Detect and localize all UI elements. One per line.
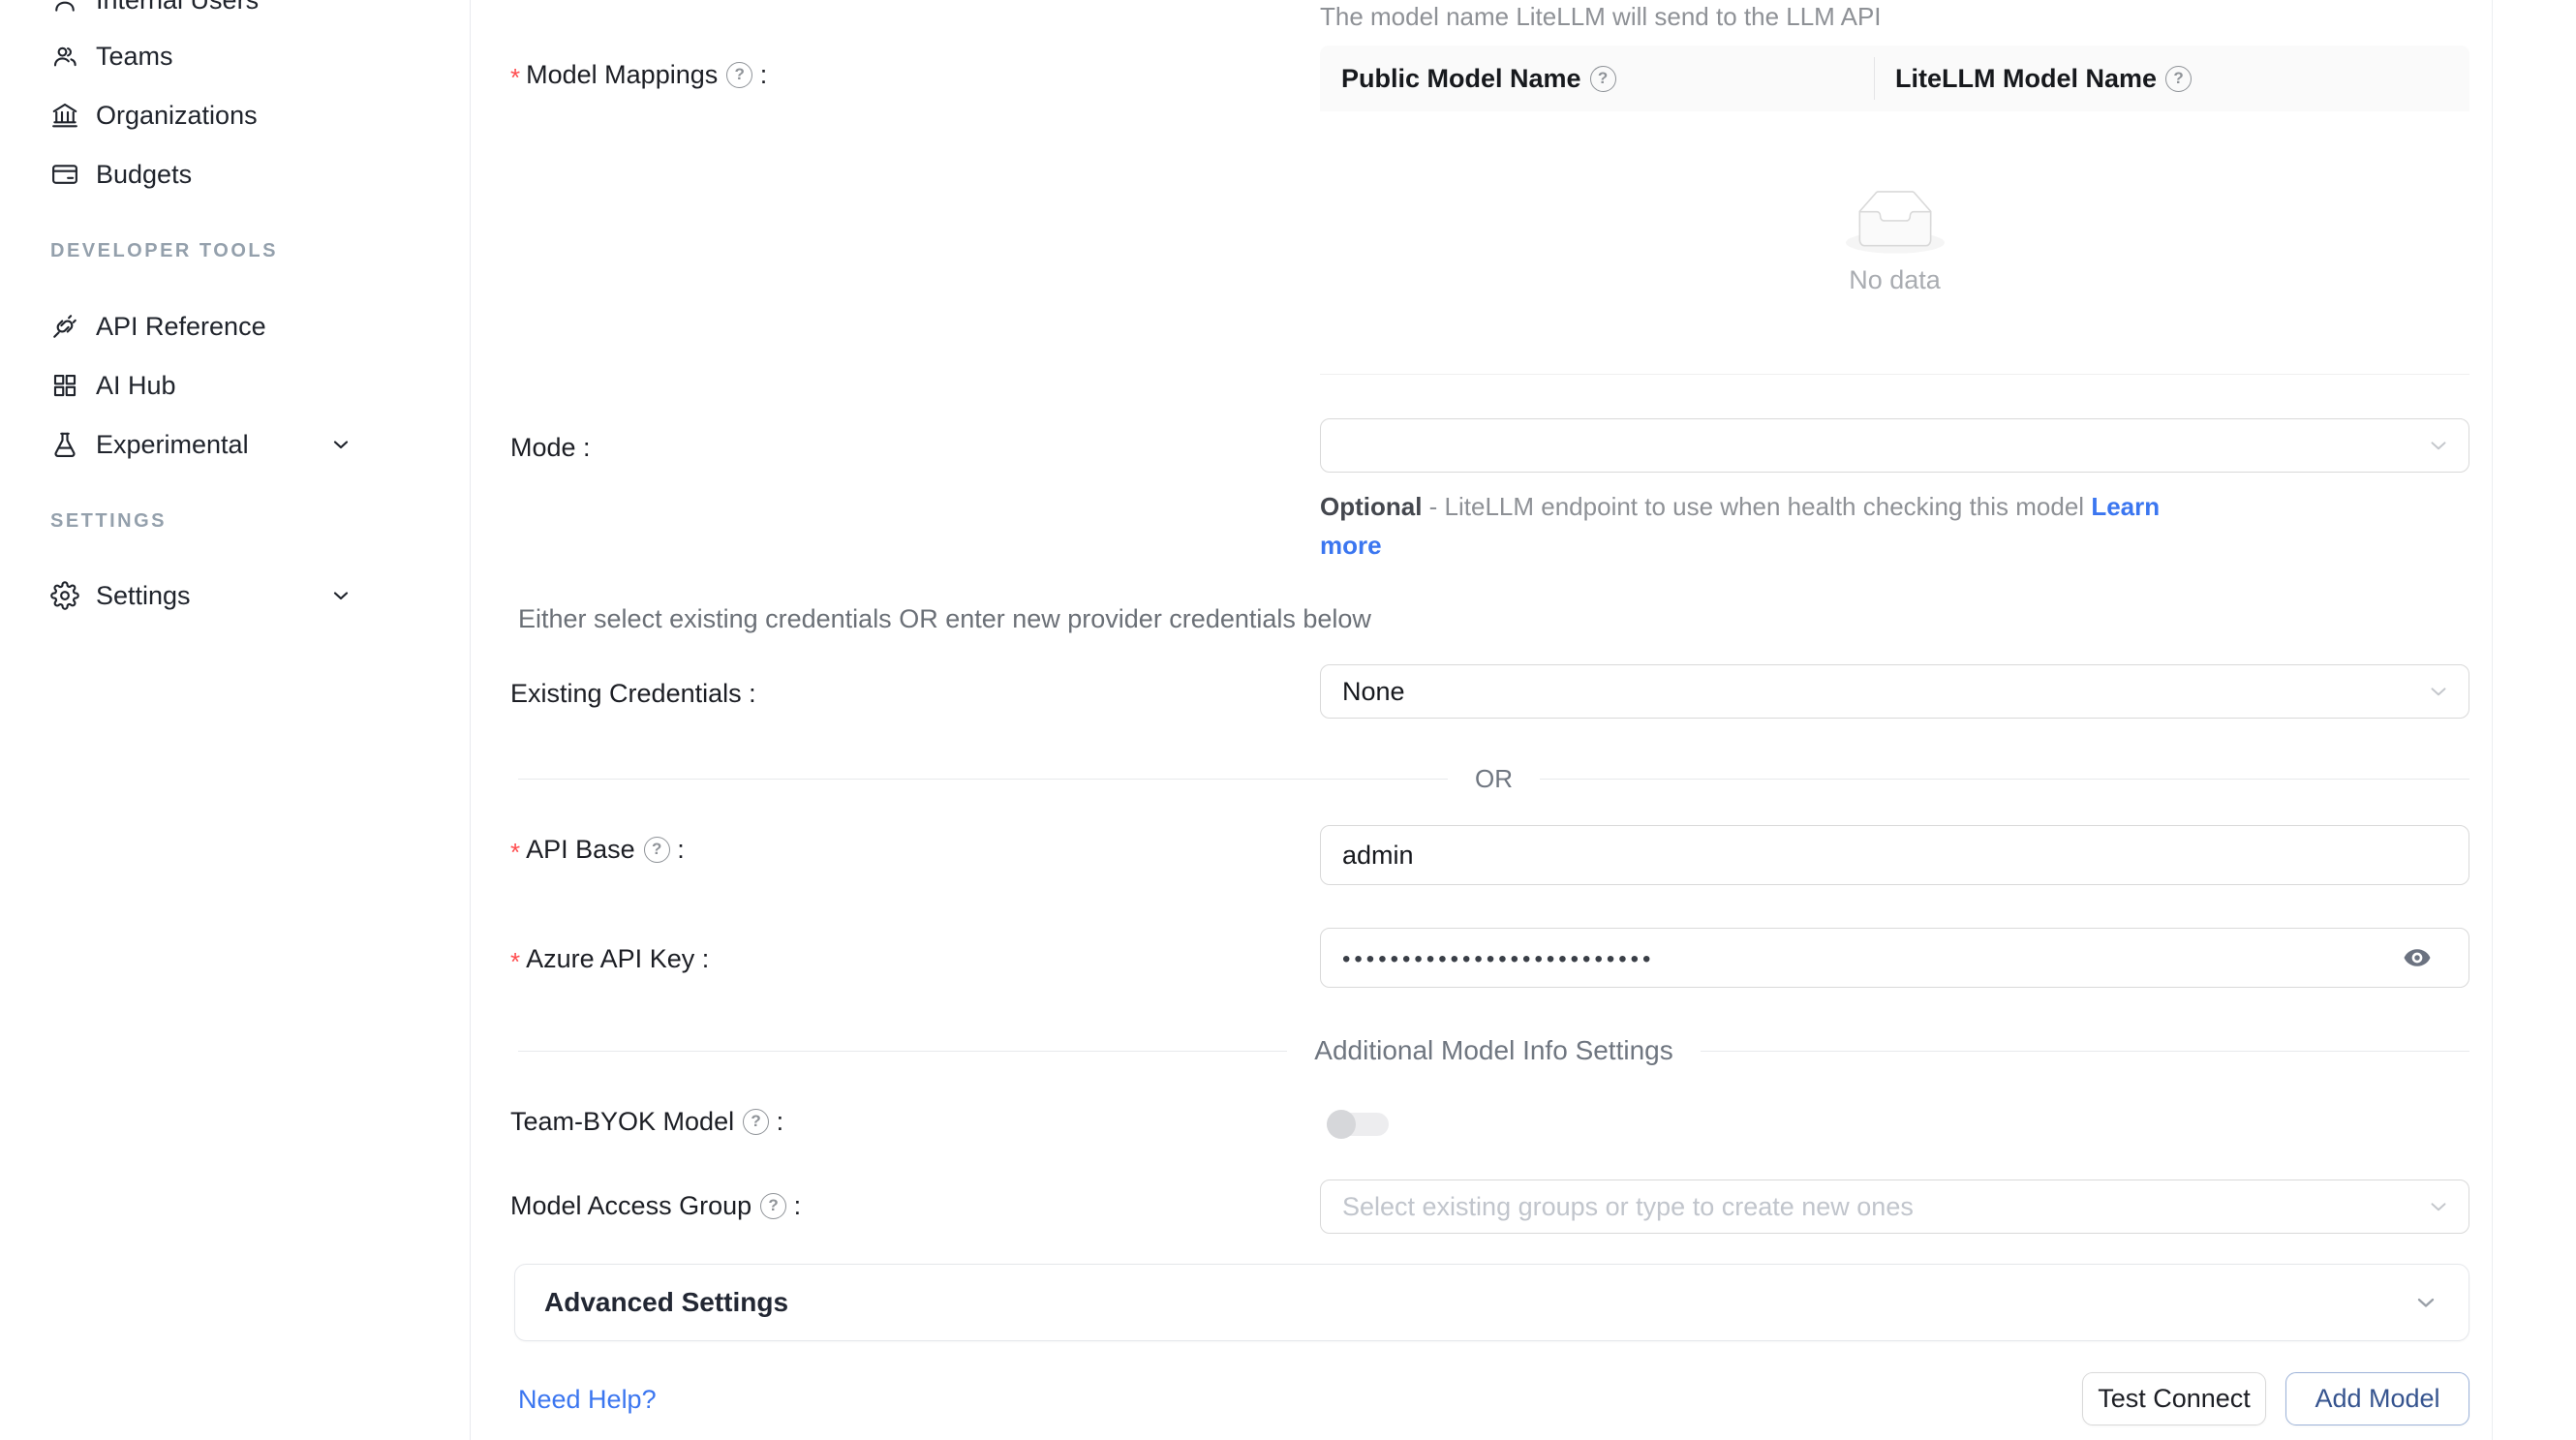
api-plug-icon — [50, 312, 79, 341]
content-right-border — [2492, 0, 2493, 1440]
learn-more-link[interactable]: more — [1320, 531, 1382, 560]
sidebar-section-settings: SETTINGS — [50, 510, 167, 533]
existing-credentials-label: Existing Credentials : — [510, 674, 756, 713]
api-base-value: admin — [1342, 841, 1414, 871]
advanced-settings-title: Advanced Settings — [544, 1287, 788, 1318]
user-icon — [50, 0, 79, 15]
azure-api-key-input[interactable]: •••••••••••••••••••••••••• — [1320, 928, 2469, 988]
sidebar-item-internal-users[interactable]: Internal Users — [50, 0, 353, 19]
chevron-down-icon — [329, 433, 353, 456]
sidebar-item-label: Settings — [96, 581, 191, 611]
no-data-text: No data — [1849, 265, 1941, 295]
or-divider: OR — [518, 765, 2469, 792]
model-name-help-text: The model name LiteLLM will send to the … — [1320, 2, 1882, 32]
chevron-down-icon — [2426, 1194, 2451, 1219]
chevron-down-icon — [2426, 679, 2451, 704]
sidebar-item-label: Internal Users — [96, 0, 259, 15]
advanced-settings-panel[interactable]: Advanced Settings — [514, 1264, 2469, 1341]
sidebar-item-label: API Reference — [96, 312, 266, 342]
sidebar-item-budgets[interactable]: Budgets — [50, 155, 353, 194]
required-asterisk: * — [510, 57, 520, 93]
need-help-link[interactable]: Need Help? — [518, 1385, 657, 1415]
model-mappings-table: Public Model Name ? LiteLLM Model Name ? — [1320, 46, 2469, 375]
gear-icon — [50, 581, 79, 610]
azure-api-key-label: * Azure API Key : — [510, 939, 709, 978]
help-circle-icon[interactable]: ? — [726, 62, 752, 88]
help-circle-icon[interactable]: ? — [743, 1109, 769, 1135]
divider-line — [1540, 779, 2469, 780]
credit-card-icon — [50, 160, 79, 189]
column-divider — [1874, 57, 1875, 100]
team-byok-label: Team-BYOK Model ? : — [510, 1102, 783, 1141]
required-asterisk: * — [510, 941, 520, 977]
additional-settings-divider: Additional Model Info Settings — [518, 1037, 2469, 1064]
model-access-group-select[interactable]: Select existing groups or type to create… — [1320, 1180, 2469, 1234]
divider-line — [518, 1051, 1287, 1052]
chevron-down-icon — [2412, 1289, 2439, 1316]
mode-select[interactable] — [1320, 418, 2469, 473]
flask-icon — [50, 430, 79, 459]
masked-password-value: •••••••••••••••••••••••••• — [1342, 942, 1654, 973]
grid-icon — [50, 371, 79, 400]
chevron-down-icon — [2426, 433, 2451, 458]
chevron-down-icon — [329, 584, 353, 607]
empty-box-icon — [1846, 190, 1945, 254]
sidebar: Internal Users Teams Organizations Budge… — [0, 0, 471, 1440]
add-model-page: Internal Users Teams Organizations Budge… — [0, 0, 2576, 1440]
help-circle-icon[interactable]: ? — [1590, 66, 1616, 92]
api-base-input[interactable]: admin — [1320, 825, 2469, 885]
credentials-note: Either select existing credentials OR en… — [518, 604, 1371, 634]
toggle-handle — [1327, 1110, 1356, 1139]
sidebar-item-experimental[interactable]: Experimental — [50, 425, 353, 464]
team-byok-toggle[interactable] — [1327, 1110, 1389, 1139]
sidebar-item-api-reference[interactable]: API Reference — [50, 307, 353, 346]
table-header-row: Public Model Name ? LiteLLM Model Name ? — [1320, 46, 2469, 111]
sidebar-item-label: Organizations — [96, 101, 258, 131]
test-connect-button[interactable]: Test Connect — [2082, 1372, 2266, 1425]
help-circle-icon[interactable]: ? — [2165, 66, 2192, 92]
sidebar-item-organizations[interactable]: Organizations — [50, 96, 353, 135]
divider-line — [518, 779, 1448, 780]
required-asterisk: * — [510, 832, 520, 868]
sidebar-item-settings[interactable]: Settings — [50, 576, 353, 615]
help-circle-icon[interactable]: ? — [760, 1193, 786, 1219]
teams-icon — [50, 42, 79, 71]
sidebar-item-label: Teams — [96, 42, 173, 72]
column-header-litellm-model-name: LiteLLM Model Name ? — [1874, 64, 2469, 94]
model-access-group-label: Model Access Group ? : — [510, 1186, 801, 1225]
model-mappings-label: * Model Mappings ? : — [510, 55, 767, 94]
eye-icon[interactable] — [2399, 943, 2436, 972]
column-header-public-model-name: Public Model Name ? — [1320, 64, 1874, 94]
existing-credentials-value: None — [1342, 677, 1405, 707]
table-empty-state: No data — [1320, 111, 2469, 375]
mode-help-text: Optional - LiteLLM endpoint to use when … — [1320, 487, 2201, 565]
sidebar-item-label: AI Hub — [96, 371, 176, 401]
bank-icon — [50, 101, 79, 130]
help-circle-icon[interactable]: ? — [644, 837, 670, 863]
mode-label: Mode : — [510, 428, 591, 467]
sidebar-section-developer-tools: DEVELOPER TOOLS — [50, 240, 278, 262]
existing-credentials-select[interactable]: None — [1320, 664, 2469, 719]
sidebar-item-label: Experimental — [96, 430, 249, 460]
sidebar-item-label: Budgets — [96, 160, 192, 190]
learn-more-link[interactable]: Learn — [2091, 492, 2160, 521]
sidebar-item-teams[interactable]: Teams — [50, 37, 353, 76]
model-access-group-placeholder: Select existing groups or type to create… — [1342, 1192, 1914, 1222]
sidebar-item-ai-hub[interactable]: AI Hub — [50, 366, 353, 405]
add-model-button[interactable]: Add Model — [2285, 1372, 2469, 1425]
api-base-label: * API Base ? : — [510, 830, 685, 869]
divider-line — [1701, 1051, 2469, 1052]
